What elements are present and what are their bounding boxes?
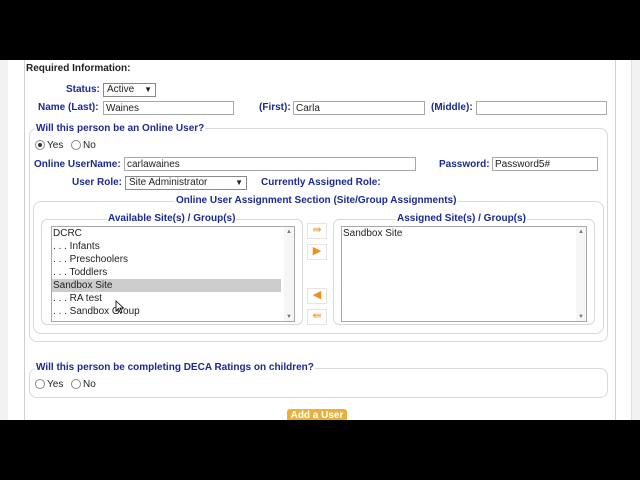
deca-question: Will this person be completing DECA Rati… <box>35 362 315 373</box>
middle-name-input[interactable] <box>476 101 607 115</box>
last-name-label: Name (Last): <box>38 102 99 113</box>
list-item-selected[interactable]: Sandbox Site <box>52 279 281 292</box>
username-input[interactable]: carlawaines <box>124 157 416 171</box>
assignment-section-title: Online User Assignment Section (Site/Gro… <box>174 195 459 206</box>
scroll-down-icon[interactable]: ▼ <box>578 314 584 320</box>
online-user-no-radio[interactable] <box>71 140 81 150</box>
currently-assigned-role-label: Currently Assigned Role: <box>261 177 381 188</box>
list-item[interactable]: . . . Preschoolers <box>52 253 281 266</box>
chevron-down-icon: ▼ <box>144 85 152 94</box>
list-item[interactable]: . . . Toddlers <box>52 266 281 279</box>
available-listbox[interactable]: DCRC . . . Infants . . . Preschoolers . … <box>51 226 295 322</box>
page-scrollbar[interactable] <box>631 60 640 420</box>
online-user-yes-label: Yes <box>47 140 64 151</box>
status-select[interactable]: Active ▼ <box>103 83 156 97</box>
deca-no-label: No <box>83 379 96 390</box>
scroll-up-icon[interactable]: ▲ <box>578 229 584 235</box>
online-user-question: Will this person be an Online User? <box>35 123 206 134</box>
middle-name-label: (Middle): <box>431 102 473 113</box>
chevron-down-icon: ▼ <box>235 178 243 187</box>
list-item[interactable]: Sandbox Site <box>342 227 573 240</box>
first-name-input[interactable]: Carla <box>293 101 425 115</box>
user-role-label: User Role: <box>72 177 123 188</box>
available-scrollbar[interactable]: ▲ ▼ <box>284 227 294 321</box>
move-all-left-icon[interactable]: ⇚ <box>307 309 327 325</box>
form-screen: Required Information: Status: Active ▼ N… <box>0 60 640 420</box>
deca-no-radio[interactable] <box>71 379 81 389</box>
assigned-scrollbar[interactable]: ▲ ▼ <box>576 227 586 321</box>
deca-yes-label: Yes <box>47 379 64 390</box>
list-item[interactable]: . . . RA test <box>52 292 281 305</box>
mouse-cursor-icon <box>115 300 125 314</box>
list-item[interactable]: . . . Infants <box>52 240 281 253</box>
assigned-label: Assigned Site(s) / Group(s) <box>396 213 527 224</box>
user-role-value: Site Administrator <box>129 177 208 188</box>
username-label: Online UserName: <box>34 159 121 170</box>
required-heading: Required Information: <box>26 63 131 74</box>
move-left-icon[interactable]: ◀ <box>307 288 327 304</box>
user-role-select[interactable]: Site Administrator ▼ <box>125 176 247 190</box>
online-user-yes-radio[interactable] <box>35 140 45 150</box>
move-right-icon[interactable]: ▶ <box>307 244 327 260</box>
password-label: Password: <box>439 159 490 170</box>
scroll-down-icon[interactable]: ▼ <box>286 314 292 320</box>
available-label: Available Site(s) / Group(s) <box>107 213 237 224</box>
last-name-input[interactable]: Waines <box>103 101 234 115</box>
left-margin <box>0 60 8 420</box>
list-item[interactable]: DCRC <box>52 227 281 240</box>
add-user-button[interactable]: Add a User <box>287 409 347 420</box>
online-user-no-label: No <box>83 140 96 151</box>
deca-yes-radio[interactable] <box>35 379 45 389</box>
move-all-right-icon[interactable]: ⇛ <box>307 223 327 239</box>
first-name-label: (First): <box>259 102 291 113</box>
status-label: Status: <box>66 84 100 95</box>
scroll-up-icon[interactable]: ▲ <box>286 229 292 235</box>
assigned-listbox[interactable]: Sandbox Site ▲ ▼ <box>341 226 587 322</box>
password-input[interactable]: Password5# <box>492 157 598 171</box>
list-item[interactable]: . . . Sandbox Group <box>52 305 281 318</box>
status-value: Active <box>107 84 135 95</box>
